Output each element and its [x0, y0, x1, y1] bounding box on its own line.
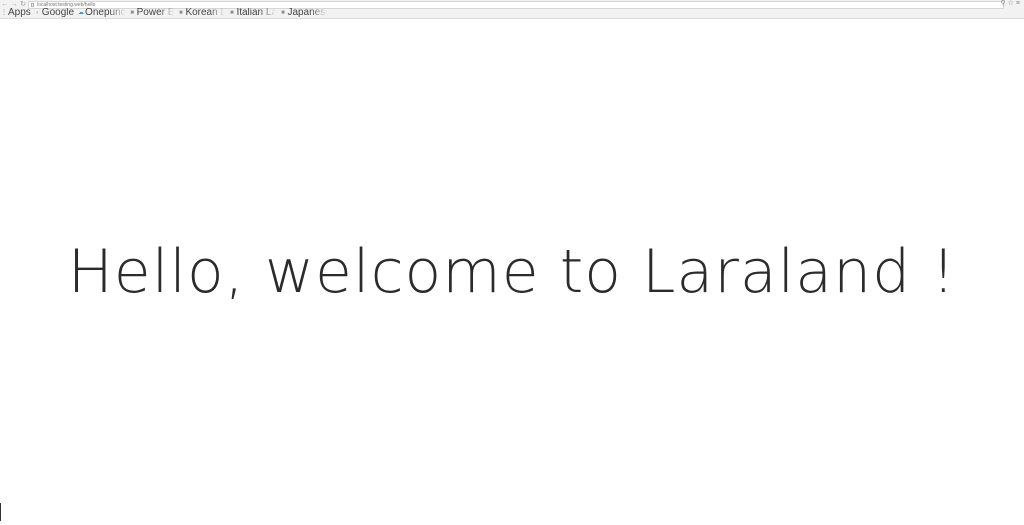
toolbar-actions: ⚲ ☆ ≡ — [1000, 0, 1020, 8]
bookmark-label: Apps — [8, 8, 31, 18]
page-title: Hello, welcome to Laraland ! — [67, 237, 957, 307]
back-button[interactable]: ← — [1, 1, 9, 8]
star-icon[interactable]: ☆ — [1008, 0, 1014, 8]
folder-icon: ■ — [130, 10, 134, 16]
arrow-left-icon: ← — [1, 0, 9, 8]
bookmark-label: Korean L — [185, 8, 226, 18]
bookmark-label: Power B — [136, 8, 175, 18]
google-icon: ‹ — [36, 10, 39, 16]
cloud-icon: ☁ — [78, 10, 85, 16]
browser-chrome: ← → ↻ localhost:testing.web/hello ⚲ ☆ ≡ … — [0, 0, 1024, 19]
zoom-icon[interactable]: ⚲ — [1000, 0, 1005, 8]
browser-toolbar: ← → ↻ localhost:testing.web/hello ⚲ ☆ ≡ — [0, 0, 1024, 9]
bookmark-italian[interactable]: ■ Italian La — [229, 8, 276, 18]
folder-icon: ■ — [179, 10, 183, 16]
bookmark-onepunch[interactable]: ☁ Onepunc — [78, 8, 126, 18]
bookmark-label: Japanese — [287, 8, 328, 18]
menu-icon[interactable]: ≡ — [1016, 0, 1020, 8]
reload-button[interactable]: ↻ — [19, 1, 27, 8]
bookmark-label: Google — [41, 8, 75, 18]
page-content: Hello, welcome to Laraland ! — [0, 19, 1024, 525]
bookmark-google[interactable]: ‹ Google — [35, 8, 74, 18]
bookmark-japanese[interactable]: ■ Japanese — [280, 8, 327, 18]
bookmark-label: Italian La — [236, 8, 277, 18]
reload-icon: ↻ — [20, 0, 26, 8]
bookmarks-bar: ⋮ Apps ‹ Google ☁ Onepunc ■ Power B ■ Ko… — [0, 8, 1024, 18]
text-cursor — [0, 503, 1, 521]
apps-grid-icon: ⋮ — [1, 10, 7, 16]
bookmark-apps[interactable]: ⋮ Apps — [1, 8, 31, 18]
folder-icon: ■ — [281, 10, 285, 16]
bookmark-power-b[interactable]: ■ Power B — [130, 8, 175, 18]
bookmark-korean[interactable]: ■ Korean L — [178, 8, 225, 18]
bookmark-label: Onepunc — [85, 8, 126, 18]
folder-icon: ■ — [230, 10, 234, 16]
forward-button[interactable]: → — [10, 1, 18, 8]
arrow-right-icon: → — [10, 0, 18, 8]
page-icon — [31, 3, 34, 7]
